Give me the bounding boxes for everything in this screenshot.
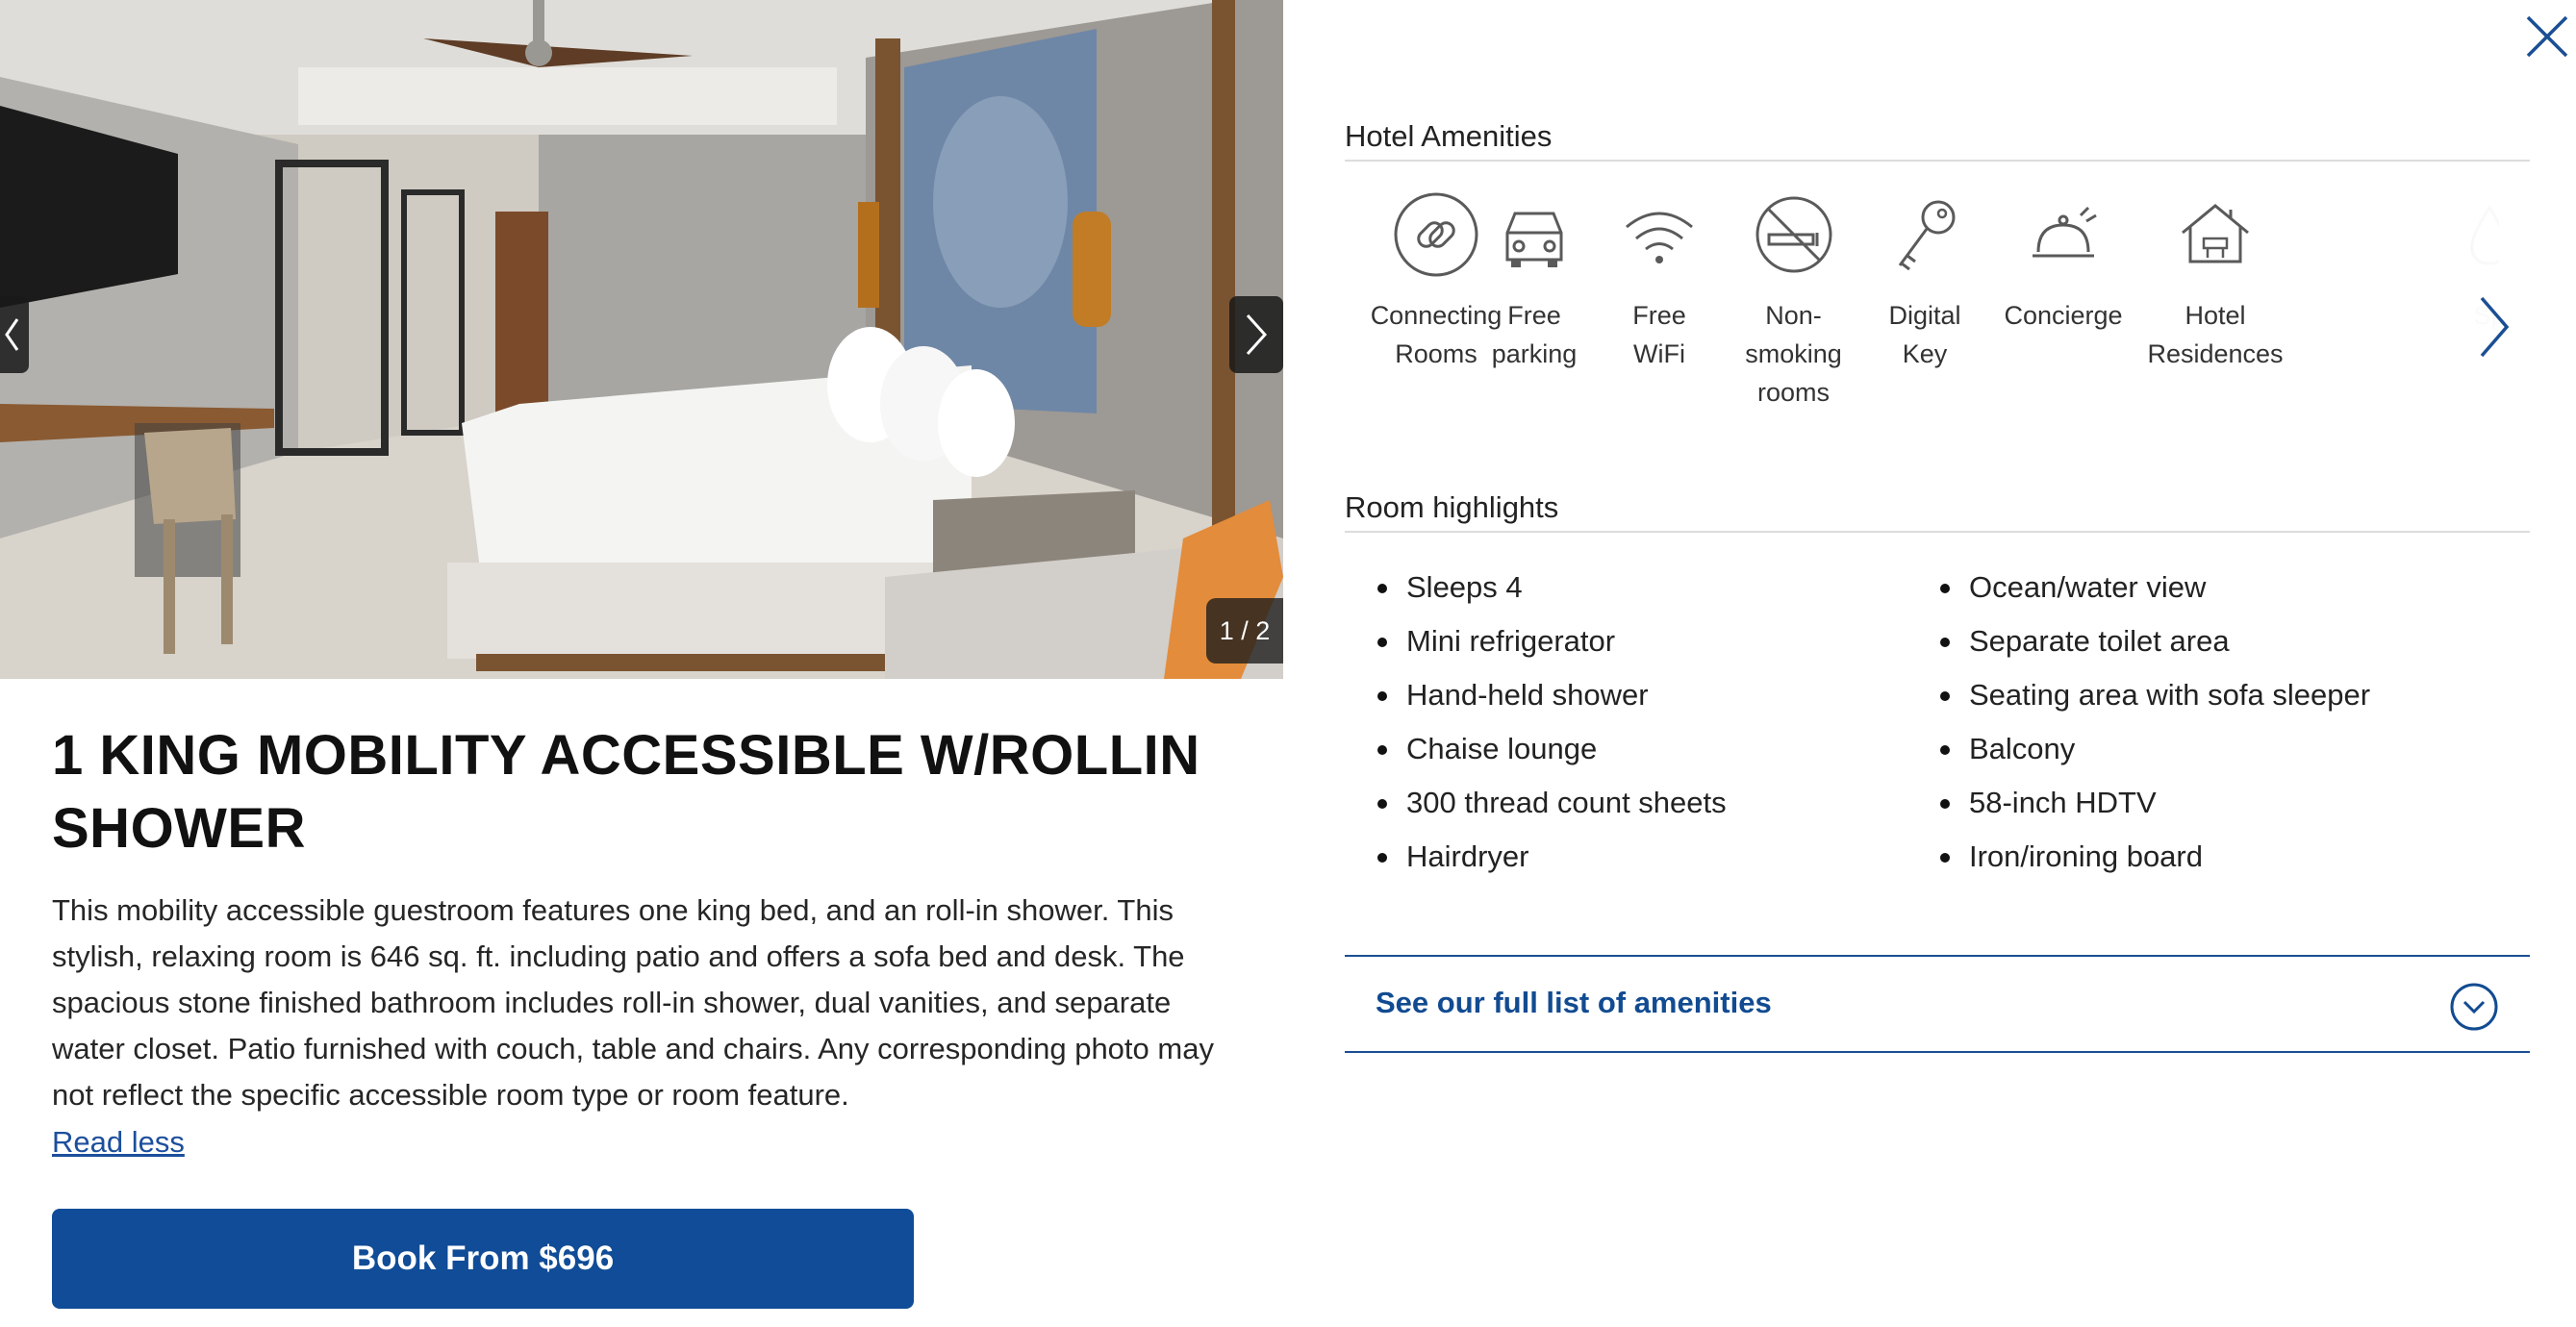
highlights-column-right: Ocean/water view Separate toilet area Se… bbox=[1907, 561, 2370, 884]
amenities-carousel: Connecting Rooms Free parking Free WiFi bbox=[1345, 188, 2499, 438]
room-title: 1 KING MOBILITY ACCESSIBLE W/ROLLIN SHOW… bbox=[52, 724, 1200, 860]
list-item: Ocean/water view bbox=[1907, 561, 2370, 614]
image-counter: 1 / 2 bbox=[1206, 598, 1283, 664]
list-item: Chaise lounge bbox=[1345, 722, 1727, 776]
amenity-label: Digital Key bbox=[1888, 301, 1961, 368]
amenity-label: Hotel Residences bbox=[2147, 301, 2284, 368]
amenity-free-parking[interactable]: Free parking bbox=[1472, 188, 1597, 373]
list-item: 300 thread count sheets bbox=[1345, 776, 1727, 830]
gallery-next-button[interactable] bbox=[1229, 296, 1283, 373]
amenity-hotel-residences[interactable]: Hotel Residences bbox=[2143, 188, 2287, 373]
concierge-bell-icon bbox=[2033, 206, 2097, 258]
divider bbox=[1345, 160, 2530, 162]
link-icon bbox=[1394, 192, 1478, 277]
gallery-prev-button[interactable] bbox=[0, 296, 29, 373]
room-highlights-heading: Room highlights bbox=[1345, 490, 1559, 524]
list-item: Iron/ironing board bbox=[1907, 830, 2370, 884]
list-item: Balcony bbox=[1907, 722, 2370, 776]
no-smoking-icon bbox=[1755, 196, 1831, 273]
full-amenities-label: See our full list of amenities bbox=[1376, 986, 1772, 1019]
full-amenities-accordion[interactable]: See our full list of amenities bbox=[1345, 955, 2530, 1053]
chevron-left-icon bbox=[5, 318, 19, 351]
car-icon bbox=[1505, 212, 1563, 267]
residence-icon bbox=[2182, 204, 2249, 263]
list-item: Hairdryer bbox=[1345, 830, 1727, 884]
room-description: This mobility accessible guestroom featu… bbox=[52, 893, 1214, 1112]
amenities-heading: Hotel Amenities bbox=[1345, 119, 1553, 153]
list-item: Separate toilet area bbox=[1907, 614, 2370, 668]
wifi-icon bbox=[1626, 212, 1693, 263]
list-item: Hand-held shower bbox=[1345, 668, 1727, 722]
amenity-label: Free WiFi bbox=[1632, 301, 1686, 368]
amenity-label: Free parking bbox=[1491, 301, 1578, 368]
amenity-label: Non-smoking rooms bbox=[1745, 301, 1842, 407]
close-icon[interactable] bbox=[2520, 10, 2574, 63]
highlights-column-left: Sleeps 4 Mini refrigerator Hand-held sho… bbox=[1345, 561, 1727, 884]
amenity-digital-key[interactable]: Digital Key bbox=[1867, 188, 1983, 373]
chevron-right-icon bbox=[1246, 313, 1268, 356]
list-item: Seating area with sofa sleeper bbox=[1907, 668, 2370, 722]
amenity-non-smoking[interactable]: Non-smoking rooms bbox=[1724, 188, 1863, 412]
room-photo-gallery: 1 / 2 bbox=[0, 0, 1283, 679]
amenity-label: Concierge bbox=[2004, 301, 2123, 330]
read-less-link[interactable]: Read less bbox=[52, 1119, 185, 1165]
list-item: Mini refrigerator bbox=[1345, 614, 1727, 668]
list-item: 58-inch HDTV bbox=[1907, 776, 2370, 830]
divider bbox=[1345, 531, 2530, 533]
amenities-next-button[interactable] bbox=[2470, 288, 2518, 365]
room-photo bbox=[0, 0, 1283, 679]
book-button[interactable]: Book From $696 bbox=[52, 1209, 914, 1309]
amenity-free-wifi[interactable]: Free WiFi bbox=[1606, 188, 1712, 373]
key-icon bbox=[1898, 200, 1956, 271]
amenity-concierge[interactable]: Concierge bbox=[1991, 188, 2135, 335]
chevron-down-circle-icon bbox=[2450, 983, 2498, 1031]
list-item: Sleeps 4 bbox=[1345, 561, 1727, 614]
